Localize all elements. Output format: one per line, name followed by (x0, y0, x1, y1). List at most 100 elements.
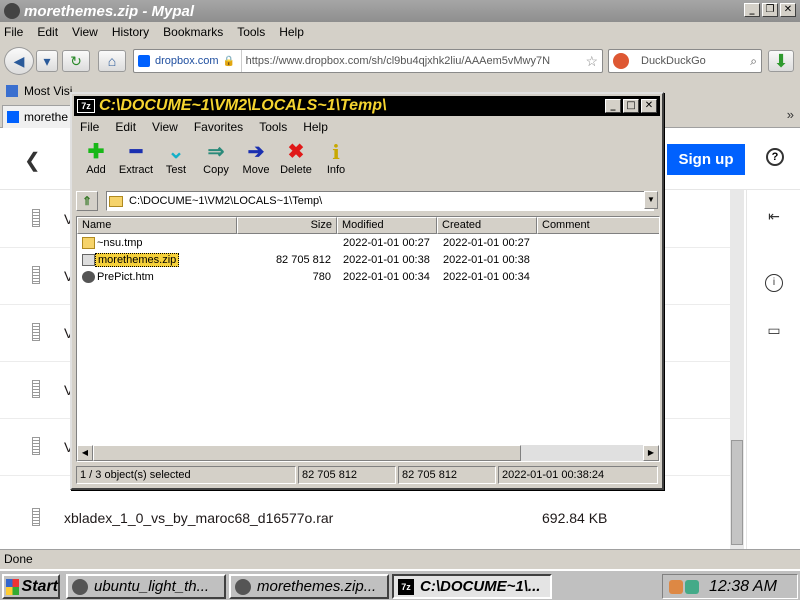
browser-menubar: File Edit View History Bookmarks Tools H… (0, 22, 800, 42)
menu-file[interactable]: File (4, 25, 23, 39)
url-bar[interactable]: dropbox.com 🔒 https://www.dropbox.com/sh… (133, 49, 603, 73)
file-list-header: Name Size Modified Created Comment (77, 217, 659, 234)
restore-button[interactable]: ❐ (762, 3, 778, 17)
page-scrollbar[interactable] (730, 190, 744, 549)
help-icon[interactable]: ? (766, 148, 784, 166)
column-comment[interactable]: Comment (537, 217, 659, 234)
download-icon[interactable]: ⬇ (768, 50, 794, 72)
scroll-right-icon[interactable]: ▶ (643, 445, 659, 461)
side-rail: ⇤ i ▭ (746, 190, 800, 549)
scroll-left-icon[interactable]: ◀ (77, 445, 93, 461)
search-icon[interactable]: ⌕ (750, 54, 761, 69)
tool-label: Extract (118, 164, 154, 176)
info-icon[interactable]: i (765, 274, 783, 292)
status-size: 82 705 812 (298, 466, 396, 484)
scrollbar-thumb[interactable] (731, 440, 743, 545)
taskbar-item-active[interactable]: 7z C:\DOCUME~1\... (392, 574, 552, 599)
file-modified: 2022-01-01 00:34 (343, 271, 430, 283)
menu-history[interactable]: History (112, 25, 149, 39)
test-icon: ⌄ (167, 141, 185, 163)
sevenzip-logo-icon: 7z (77, 99, 95, 113)
move-button[interactable]: ➔ Move (236, 140, 276, 184)
file-modified: 2022-01-01 00:38 (343, 254, 430, 266)
minimize-button[interactable]: _ (744, 3, 760, 17)
file-row[interactable]: xbladex_1_0_vs_by_maroc68_d16577o.rar 69… (0, 490, 730, 547)
file-icon (32, 437, 40, 455)
column-name[interactable]: Name (77, 217, 237, 234)
scrollbar-thumb[interactable] (93, 445, 521, 461)
close-button[interactable]: ✕ (780, 3, 796, 17)
browser-title: morethemes.zip - Mypal (24, 2, 195, 20)
tool-label: Move (242, 164, 270, 176)
file-created: 2022-01-01 00:34 (443, 271, 530, 283)
horizontal-scrollbar[interactable]: ◀ ▶ (77, 445, 659, 461)
minimize-button[interactable]: _ (605, 99, 621, 113)
collapse-panel-icon[interactable]: ⇤ (765, 208, 783, 226)
delete-button[interactable]: ✖ Delete (276, 140, 316, 184)
tab-dropbox[interactable]: morethe (2, 105, 72, 128)
taskbar-item[interactable]: ubuntu_light_th... (66, 574, 226, 599)
chevron-down-icon[interactable]: ▼ (644, 191, 658, 209)
file-row-selected[interactable]: morethemes.zip 82 705 812 2022-01-01 00:… (77, 252, 659, 269)
test-button[interactable]: ⌄ Test (156, 140, 196, 184)
file-name: morethemes.zip (95, 253, 180, 267)
tabs-overflow-icon[interactable]: » (787, 107, 794, 122)
column-created[interactable]: Created (437, 217, 537, 234)
taskbar-item[interactable]: morethemes.zip... (229, 574, 389, 599)
back-arrow-icon[interactable]: ◀ (4, 47, 34, 75)
sevenzip-status-bar: 1 / 3 object(s) selected 82 705 812 82 7… (76, 466, 660, 484)
folder-icon (82, 237, 95, 249)
file-size: 82 705 812 (275, 254, 331, 266)
file-icon (32, 323, 40, 341)
file-row[interactable]: ~nsu.tmp 2022-01-01 00:27 2022-01-01 00:… (77, 235, 659, 252)
menu-help[interactable]: Help (303, 120, 328, 134)
menu-view[interactable]: View (72, 25, 98, 39)
menu-tools[interactable]: Tools (237, 25, 265, 39)
column-modified[interactable]: Modified (337, 217, 437, 234)
path-combobox[interactable]: C:\DOCUME~1\VM2\LOCALS~1\Temp\ ▼ (106, 191, 658, 211)
column-size[interactable]: Size (237, 217, 337, 234)
windows-logo-icon (6, 578, 19, 595)
copy-button[interactable]: ⇒ Copy (196, 140, 236, 184)
close-button[interactable]: ✕ (641, 99, 657, 113)
site-identity[interactable]: dropbox.com 🔒 (134, 50, 242, 72)
menu-tools[interactable]: Tools (259, 120, 287, 134)
tray-app-icon[interactable] (669, 579, 683, 594)
status-packed-size: 82 705 812 (398, 466, 496, 484)
folder-up-icon[interactable]: ⇑ (76, 191, 98, 211)
address-bar: ⇑ C:\DOCUME~1\VM2\LOCALS~1\Temp\ ▼ (76, 190, 658, 212)
extract-button[interactable]: ━ Extract (116, 140, 156, 184)
menu-bookmarks[interactable]: Bookmarks (163, 25, 223, 39)
delete-icon: ✖ (287, 141, 305, 163)
tab-title: morethe (24, 110, 69, 124)
file-size: 780 (312, 271, 331, 283)
menu-edit[interactable]: Edit (37, 25, 58, 39)
comment-icon[interactable]: ▭ (765, 322, 783, 340)
search-bar[interactable]: DuckDuckGo ⌕ (608, 49, 762, 73)
sevenzip-titlebar[interactable]: 7z C:\DOCUME~1\VM2\LOCALS~1\Temp\ _ □ ✕ (74, 96, 660, 116)
folder-icon (109, 195, 123, 207)
tray-network-icon[interactable] (685, 579, 699, 594)
bookmark-most-visited[interactable]: Most Visi (24, 84, 72, 98)
forward-arrow-icon[interactable]: ▾ (36, 50, 58, 72)
info-button[interactable]: i Info (316, 140, 356, 184)
move-icon: ➔ (247, 141, 265, 163)
add-icon: ✚ (87, 141, 105, 163)
file-row[interactable]: PrePict.htm 780 2022-01-01 00:34 2022-01… (77, 269, 659, 286)
reload-icon[interactable]: ↻ (62, 50, 90, 72)
sign-up-button[interactable]: Sign up (667, 144, 745, 175)
menu-file[interactable]: File (80, 120, 99, 134)
back-chevron-icon[interactable]: ❮ (24, 148, 41, 173)
home-icon[interactable]: ⌂ (98, 50, 126, 72)
clock[interactable]: 12:38 AM (709, 578, 777, 596)
menu-view[interactable]: View (152, 120, 178, 134)
menu-edit[interactable]: Edit (115, 120, 136, 134)
maximize-button[interactable]: □ (623, 99, 639, 113)
menu-favorites[interactable]: Favorites (194, 120, 243, 134)
search-placeholder[interactable]: DuckDuckGo (633, 55, 750, 67)
url-text[interactable]: https://www.dropbox.com/sh/cl9bu4qjxhk2l… (242, 55, 582, 67)
start-button[interactable]: Start (2, 574, 60, 599)
add-button[interactable]: ✚ Add (76, 140, 116, 184)
bookmark-star-icon[interactable]: ☆ (581, 53, 602, 70)
menu-help[interactable]: Help (279, 25, 304, 39)
